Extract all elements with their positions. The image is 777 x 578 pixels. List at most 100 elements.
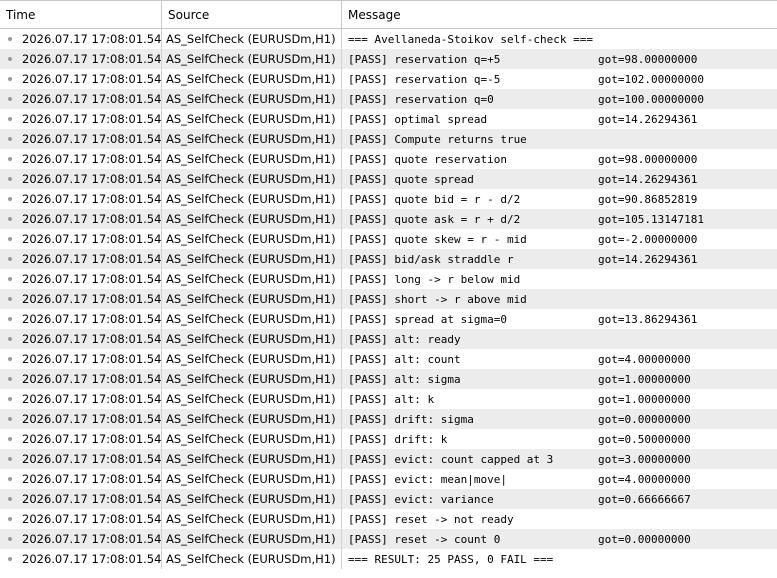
log-row[interactable]: 2026.07.17 17:08:01.548 AS_SelfCheck (EUR… — [0, 109, 777, 129]
log-row[interactable]: 2026.07.17 17:08:01.548 AS_SelfCheck (EUR… — [0, 209, 777, 229]
log-row[interactable]: 2026.07.17 17:08:01.548 AS_SelfCheck (EUR… — [0, 149, 777, 169]
log-source-cell: AS_SelfCheck (EURUSDm,H1) — [162, 29, 342, 49]
log-time-text: 2026.07.17 17:08:01.548 — [22, 52, 162, 66]
column-header-source[interactable]: Source — [162, 1, 342, 28]
log-row[interactable]: 2026.07.17 17:08:01.549 AS_SelfCheck (EUR… — [0, 349, 777, 369]
log-time-text: 2026.07.17 17:08:01.548 — [22, 112, 162, 126]
log-level-dot-icon — [8, 237, 12, 241]
log-message-text: [PASS] quote ask = r + d/2 — [348, 212, 521, 226]
log-source-cell: AS_SelfCheck (EURUSDm,H1) — [162, 49, 342, 69]
log-row[interactable]: 2026.07.17 17:08:01.549 AS_SelfCheck (EUR… — [0, 289, 777, 309]
log-message-text: [PASS] evict: count capped at 3 — [348, 452, 554, 466]
log-level-dot-icon — [8, 437, 12, 441]
log-message-cell: [PASS] reservation q=-5 got=102.00000000 — [342, 69, 777, 89]
log-got-value: got=0.00000000 — [598, 532, 691, 546]
log-time-text: 2026.07.17 17:08:01.549 — [22, 352, 162, 366]
log-got-value: got=102.00000000 — [598, 72, 704, 86]
log-row[interactable]: 2026.07.17 17:08:01.549 AS_SelfCheck (EUR… — [0, 309, 777, 329]
log-time-cell: 2026.07.17 17:08:01.548 — [0, 89, 162, 109]
log-row[interactable]: 2026.07.17 17:08:01.549 AS_SelfCheck (EUR… — [0, 489, 777, 509]
log-row[interactable]: 2026.07.17 17:08:01.548 AS_SelfCheck (EUR… — [0, 29, 777, 49]
log-level-dot-icon — [8, 77, 12, 81]
log-message-text: [PASS] alt: k — [348, 392, 435, 406]
log-message-text: [PASS] bid/ask straddle r — [348, 252, 514, 266]
log-row[interactable]: 2026.07.17 17:08:01.548 AS_SelfCheck (EUR… — [0, 129, 777, 149]
log-table: Time Source Message 2026.07.17 17:08:01.… — [0, 0, 777, 569]
log-row[interactable]: 2026.07.17 17:08:01.549 AS_SelfCheck (EUR… — [0, 469, 777, 489]
log-level-dot-icon — [8, 497, 12, 501]
log-message-cell: === Avellaneda-Stoikov self-check === — [342, 29, 777, 49]
log-row[interactable]: 2026.07.17 17:08:01.548 AS_SelfCheck (EUR… — [0, 249, 777, 269]
log-message-text: [PASS] quote bid = r - d/2 — [348, 192, 521, 206]
log-time-cell: 2026.07.17 17:08:01.549 — [0, 389, 162, 409]
log-row[interactable]: 2026.07.17 17:08:01.548 AS_SelfCheck (EUR… — [0, 269, 777, 289]
log-message-cell: [PASS] quote reservation got=98.00000000 — [342, 149, 777, 169]
log-row[interactable]: 2026.07.17 17:08:01.548 AS_SelfCheck (EUR… — [0, 169, 777, 189]
log-message-cell: [PASS] alt: k got=1.00000000 — [342, 389, 777, 409]
log-source-cell: AS_SelfCheck (EURUSDm,H1) — [162, 469, 342, 489]
log-message-text: [PASS] evict: variance — [348, 492, 494, 506]
log-message-cell: [PASS] quote ask = r + d/2 got=105.131471… — [342, 209, 777, 229]
log-message-text: [PASS] reservation q=-5 — [348, 72, 501, 86]
log-time-text: 2026.07.17 17:08:01.548 — [22, 172, 162, 186]
log-time-cell: 2026.07.17 17:08:01.548 — [0, 49, 162, 69]
log-time-cell: 2026.07.17 17:08:01.549 — [0, 329, 162, 349]
log-message-text: [PASS] drift: k — [348, 432, 448, 446]
log-time-cell: 2026.07.17 17:08:01.548 — [0, 249, 162, 269]
log-level-dot-icon — [8, 157, 12, 161]
log-message-cell: [PASS] Compute returns true — [342, 129, 777, 149]
log-time-text: 2026.07.17 17:08:01.549 — [22, 312, 162, 326]
log-time-text: 2026.07.17 17:08:01.548 — [22, 252, 162, 266]
log-time-text: 2026.07.17 17:08:01.548 — [22, 192, 162, 206]
log-time-text: 2026.07.17 17:08:01.548 — [22, 32, 162, 46]
log-time-cell: 2026.07.17 17:08:01.548 — [0, 209, 162, 229]
log-time-text: 2026.07.17 17:08:01.548 — [22, 132, 162, 146]
log-message-cell: [PASS] alt: count got=4.00000000 — [342, 349, 777, 369]
log-time-cell: 2026.07.17 17:08:01.549 — [0, 449, 162, 469]
log-time-cell: 2026.07.17 17:08:01.549 — [0, 509, 162, 529]
log-row[interactable]: 2026.07.17 17:08:01.548 AS_SelfCheck (EUR… — [0, 189, 777, 209]
log-got-value: got=4.00000000 — [598, 472, 691, 486]
column-header-message[interactable]: Message — [342, 1, 777, 28]
log-level-dot-icon — [8, 357, 12, 361]
log-time-text: 2026.07.17 17:08:01.549 — [22, 392, 162, 406]
log-row[interactable]: 2026.07.17 17:08:01.549 AS_SelfCheck (EUR… — [0, 549, 777, 569]
log-source-cell: AS_SelfCheck (EURUSDm,H1) — [162, 549, 342, 569]
log-row[interactable]: 2026.07.17 17:08:01.549 AS_SelfCheck (EUR… — [0, 429, 777, 449]
log-row[interactable]: 2026.07.17 17:08:01.549 AS_SelfCheck (EUR… — [0, 369, 777, 389]
log-row[interactable]: 2026.07.17 17:08:01.549 AS_SelfCheck (EUR… — [0, 389, 777, 409]
log-row[interactable]: 2026.07.17 17:08:01.548 AS_SelfCheck (EUR… — [0, 49, 777, 69]
log-row[interactable]: 2026.07.17 17:08:01.549 AS_SelfCheck (EUR… — [0, 409, 777, 429]
log-message-cell: [PASS] evict: variance got=0.66666667 — [342, 489, 777, 509]
log-row[interactable]: 2026.07.17 17:08:01.549 AS_SelfCheck (EUR… — [0, 529, 777, 549]
log-row[interactable]: 2026.07.17 17:08:01.548 AS_SelfCheck (EUR… — [0, 89, 777, 109]
log-level-dot-icon — [8, 397, 12, 401]
log-row[interactable]: 2026.07.17 17:08:01.548 AS_SelfCheck (EUR… — [0, 229, 777, 249]
log-message-cell: [PASS] alt: ready — [342, 329, 777, 349]
log-level-dot-icon — [8, 97, 12, 101]
log-time-cell: 2026.07.17 17:08:01.549 — [0, 429, 162, 449]
column-header-time[interactable]: Time — [0, 1, 162, 28]
log-source-cell: AS_SelfCheck (EURUSDm,H1) — [162, 329, 342, 349]
log-got-value: got=0.00000000 — [598, 412, 691, 426]
log-row[interactable]: 2026.07.17 17:08:01.549 AS_SelfCheck (EUR… — [0, 509, 777, 529]
log-time-text: 2026.07.17 17:08:01.548 — [22, 92, 162, 106]
log-message-text: [PASS] long -> r below mid — [348, 272, 521, 286]
log-message-cell: [PASS] quote spread got=14.26294361 — [342, 169, 777, 189]
log-source-cell: AS_SelfCheck (EURUSDm,H1) — [162, 169, 342, 189]
log-message-text: [PASS] reset -> count 0 — [348, 532, 501, 546]
log-got-value: got=90.86852819 — [598, 192, 698, 206]
log-source-cell: AS_SelfCheck (EURUSDm,H1) — [162, 349, 342, 369]
log-time-text: 2026.07.17 17:08:01.549 — [22, 412, 162, 426]
log-time-cell: 2026.07.17 17:08:01.548 — [0, 269, 162, 289]
log-source-cell: AS_SelfCheck (EURUSDm,H1) — [162, 189, 342, 209]
log-time-text: 2026.07.17 17:08:01.549 — [22, 552, 162, 566]
log-message-cell: [PASS] spread at sigma=0 got=13.86294361 — [342, 309, 777, 329]
log-got-value: got=4.00000000 — [598, 352, 691, 366]
log-time-cell: 2026.07.17 17:08:01.549 — [0, 529, 162, 549]
log-message-cell: [PASS] reset -> not ready — [342, 509, 777, 529]
log-row[interactable]: 2026.07.17 17:08:01.549 AS_SelfCheck (EUR… — [0, 329, 777, 349]
log-row[interactable]: 2026.07.17 17:08:01.548 AS_SelfCheck (EUR… — [0, 69, 777, 89]
log-row[interactable]: 2026.07.17 17:08:01.549 AS_SelfCheck (EUR… — [0, 449, 777, 469]
log-message-text: [PASS] evict: mean|move| — [348, 472, 507, 486]
